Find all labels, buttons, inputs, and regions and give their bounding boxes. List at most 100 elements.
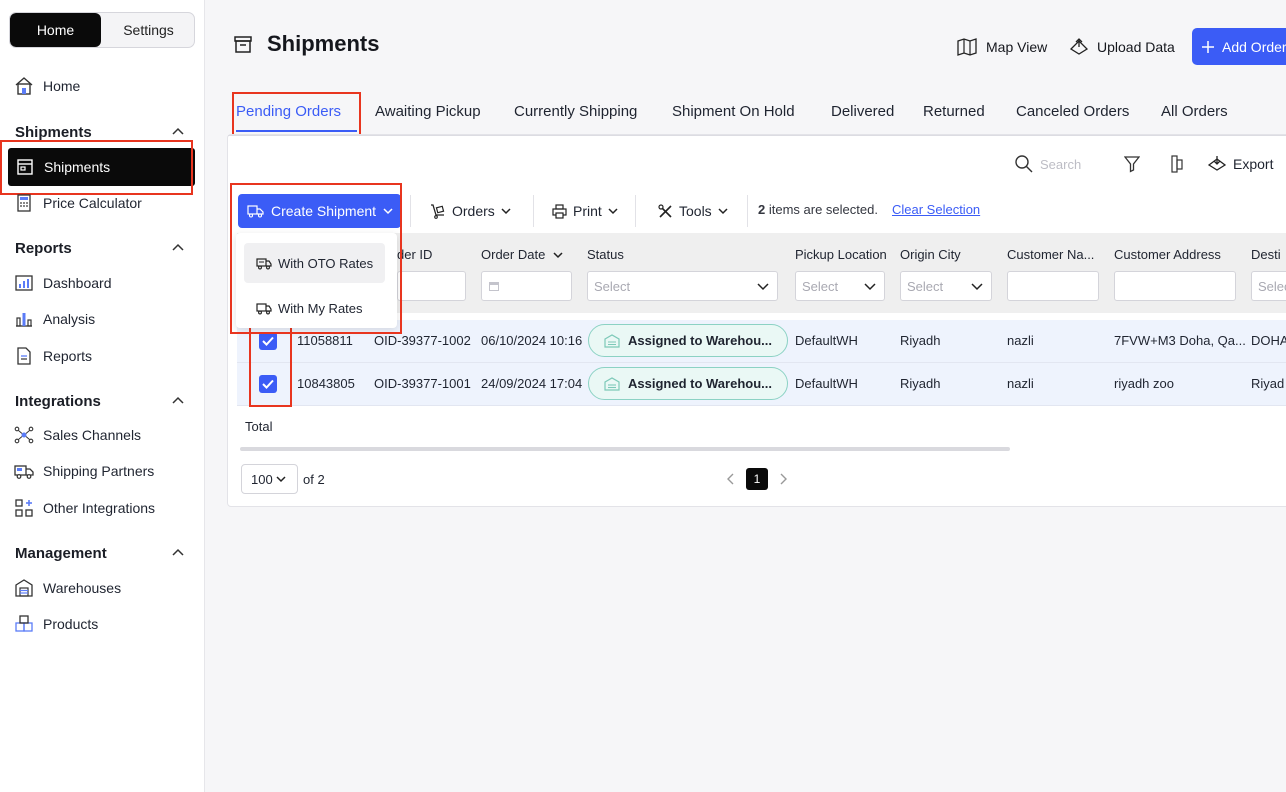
upload-data-label: Upload Data [1097,39,1175,55]
tab-all-orders[interactable]: All Orders [1161,103,1228,120]
customer-address-filter-input[interactable] [1114,271,1236,301]
orders-label: Orders [452,203,495,219]
export-button[interactable]: Export [1207,153,1273,175]
upload-data-button[interactable]: Upload Data [1069,34,1175,60]
sidebar-item-products[interactable]: Products [14,612,98,636]
chevron-down-icon [383,206,393,216]
column-header-destination[interactable]: Desti [1251,247,1281,262]
sidebar-item-shipping-partners[interactable]: Shipping Partners [14,459,154,483]
sidebar-item-warehouses[interactable]: Warehouses [14,576,121,600]
cell-id: 11058811 [297,333,353,348]
pickup-filter-select[interactable]: Select [795,271,885,301]
chevron-up-icon [172,127,184,135]
customer-name-filter-input[interactable] [1007,271,1099,301]
tab-canceled-orders[interactable]: Canceled Orders [1016,103,1129,120]
chevron-down-icon [718,206,728,216]
status-filter-value: Select [594,278,631,294]
page-number-button[interactable]: 1 [746,468,768,490]
tab-awaiting-pickup[interactable]: Awaiting Pickup [375,103,481,120]
horizontal-scrollbar[interactable] [240,447,1010,451]
pagination: 1 [726,468,788,490]
sidebar-section-reports[interactable]: Reports [15,237,185,259]
with-oto-rates-option[interactable]: With OTO Rates [244,243,385,283]
truck-icon [14,461,34,481]
box-icon [15,157,35,177]
page-count-text: of 2 [303,472,325,487]
order-date-filter-input[interactable] [481,271,572,301]
printer-icon [552,203,567,219]
table-total-label: Total [245,419,273,434]
status-filter-select[interactable]: Select [587,271,778,301]
column-header-customer-name[interactable]: Customer Na... [1007,247,1094,262]
cell-customer-address: 7FVW+M3 Doha, Qa... [1114,333,1246,348]
products-icon [14,614,34,634]
settings-switch-button[interactable]: Settings [103,13,194,47]
column-header-label: Order Date [481,247,546,262]
orders-menu-button[interactable]: Orders [430,201,511,221]
chevron-right-icon[interactable] [778,473,788,485]
create-shipment-button[interactable]: Create Shipment [238,194,401,228]
map-view-button[interactable]: Map View [956,34,1047,60]
sidebar-item-label: Other Integrations [43,500,156,516]
destination-filter-select[interactable]: Selec [1251,271,1286,301]
sidebar-item-shipments[interactable]: Shipments [8,148,195,186]
tab-shipment-on-hold[interactable]: Shipment On Hold [672,103,795,120]
filter-icon[interactable] [1124,155,1140,173]
divider [747,195,748,227]
cell-order-id: OID-39377-1001 [374,376,471,391]
page-size-select[interactable]: 100 [241,464,298,494]
row-checkbox[interactable] [259,375,277,393]
sidebar-item-reports[interactable]: Reports [14,344,92,368]
divider [533,195,534,227]
origin-filter-select[interactable]: Select [900,271,992,301]
sidebar-item-home[interactable]: Home [14,74,80,98]
cell-order-date: 24/09/2024 17:04 [481,376,583,391]
clear-selection-link[interactable]: Clear Selection [892,202,980,217]
home-switch-button[interactable]: Home [10,13,101,47]
sidebar-item-price-calculator[interactable]: Price Calculator [14,191,142,215]
truck-icon [256,302,272,315]
sidebar-item-label: Shipping Partners [43,463,155,479]
sidebar-item-other-integrations[interactable]: Other Integrations [14,496,155,520]
table-row[interactable]: 10843805 OID-39377-1001 24/09/2024 17:04… [237,363,1286,406]
search-placeholder: Search [1040,156,1082,172]
sidebar-item-sales-channels[interactable]: Sales Channels [14,423,141,447]
chevron-down-icon [864,280,876,292]
tab-pending-orders[interactable]: Pending Orders [236,103,341,120]
row-checkbox[interactable] [259,332,277,350]
with-my-rates-option[interactable]: With My Rates [244,288,385,328]
tools-icon [658,203,673,219]
tab-delivered[interactable]: Delivered [831,103,894,120]
tab-returned[interactable]: Returned [923,103,985,120]
sidebar-item-label: Warehouses [43,580,122,596]
sidebar-item-dashboard[interactable]: Dashboard [14,271,112,295]
sidebar-item-analysis[interactable]: Analysis [14,307,95,331]
order-id-filter-input[interactable] [397,271,466,301]
sidebar-section-management[interactable]: Management [15,542,185,564]
main-content: Shipments Map View Upload Data Add Order… [205,0,1286,792]
add-order-label: Add Order [1222,38,1286,55]
column-header-customer-address[interactable]: Customer Address [1114,247,1221,262]
chevron-down-icon [608,206,618,216]
print-menu-button[interactable]: Print [552,201,618,221]
column-header-origin-city[interactable]: Origin City [900,247,961,262]
columns-icon[interactable] [1170,155,1184,173]
column-header-order-id[interactable]: der ID [397,247,432,262]
tab-currently-shipping[interactable]: Currently Shipping [514,103,637,120]
sidebar-item-label: Products [43,616,99,632]
search-box[interactable]: Search [1014,153,1081,175]
page-size-value: 100 [251,471,273,487]
pickup-filter-value: Select [802,278,839,294]
plus-icon [1202,40,1214,53]
add-order-button[interactable]: Add Order [1192,28,1286,65]
chevron-left-icon[interactable] [726,473,736,485]
sidebar: Home Settings Home Shipments Shipments P… [0,0,205,792]
column-header-status[interactable]: Status [587,247,624,262]
column-header-pickup-location[interactable]: Pickup Location [795,247,887,262]
column-header-order-date[interactable]: Order Date [481,247,563,262]
sidebar-section-integrations[interactable]: Integrations [15,390,185,412]
sidebar-section-shipments[interactable]: Shipments [15,121,185,143]
destination-filter-value: Selec [1258,278,1286,294]
cell-customer-name: nazli [1007,333,1034,348]
tools-menu-button[interactable]: Tools [658,201,728,221]
